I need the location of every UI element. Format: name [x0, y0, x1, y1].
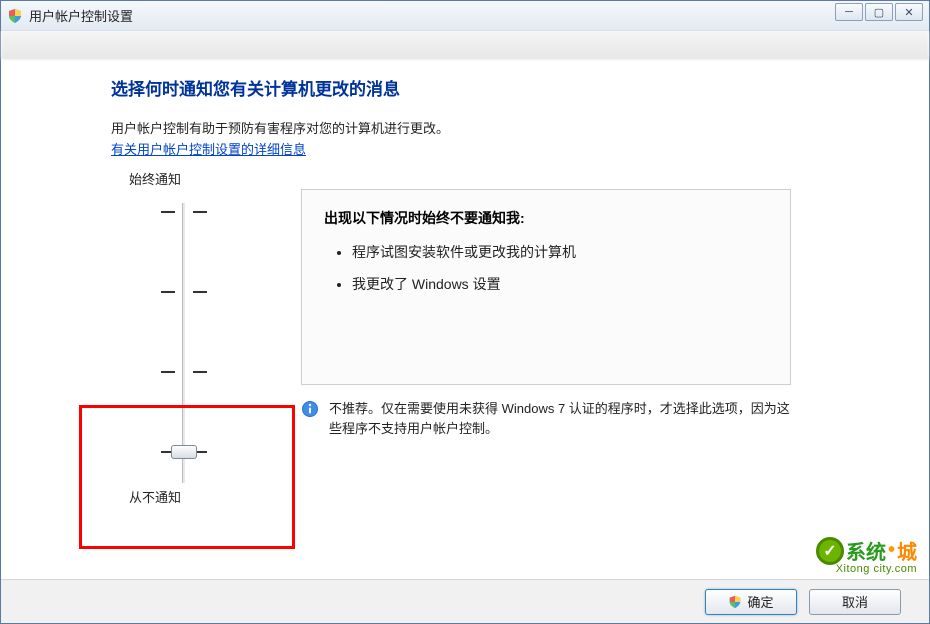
- watermark: ✓ 系统 • 城 Xitong city.com: [816, 536, 917, 575]
- maximize-button[interactable]: ▢: [865, 3, 893, 21]
- window-title: 用户帐户控制设置: [29, 6, 133, 25]
- slider-tick: [193, 291, 207, 293]
- info-icon: [301, 400, 319, 418]
- slider-label-never: 从不通知: [129, 487, 181, 506]
- panel-item: 我更改了 Windows 设置: [352, 274, 768, 294]
- slider-tick: [161, 291, 175, 293]
- notification-description-panel: 出现以下情况时始终不要通知我: 程序试图安装软件或更改我的计算机 我更改了 Wi…: [301, 189, 791, 385]
- slider-tick: [161, 371, 175, 373]
- details-link[interactable]: 有关用户帐户控制设置的详细信息: [111, 142, 306, 157]
- watermark-brand1: 系统: [846, 536, 886, 565]
- shield-icon: [7, 8, 23, 24]
- recommendation-row: 不推荐。仅在需要使用未获得 Windows 7 认证的程序时，才选择此选项，因为…: [301, 399, 791, 439]
- toolbar-blurred: [1, 31, 929, 59]
- panel-list: 程序试图安装软件或更改我的计算机 我更改了 Windows 设置: [324, 242, 768, 294]
- slider-track[interactable]: [182, 203, 186, 483]
- slider-thumb[interactable]: [171, 445, 197, 459]
- cancel-button[interactable]: 取消: [809, 589, 901, 615]
- titlebar: 用户帐户控制设置 ─ ▢ ✕: [1, 1, 929, 31]
- slider-tick: [161, 211, 175, 213]
- recommendation-text: 不推荐。仅在需要使用未获得 Windows 7 认证的程序时，才选择此选项，因为…: [329, 399, 791, 439]
- uac-settings-window: 用户帐户控制设置 ─ ▢ ✕ 选择何时通知您有关计算机更改的消息 用户帐户控制有…: [0, 0, 930, 624]
- slider-tick: [193, 211, 207, 213]
- shield-icon: [728, 595, 742, 609]
- ok-button-label: 确定: [747, 592, 773, 611]
- watermark-brand2: 城: [897, 536, 917, 565]
- panel-item: 程序试图安装软件或更改我的计算机: [352, 242, 768, 262]
- dialog-footer: 确定 取消: [1, 579, 929, 623]
- cancel-button-label: 取消: [842, 592, 868, 611]
- slider-label-always: 始终通知: [129, 169, 181, 188]
- panel-title: 出现以下情况时始终不要通知我:: [324, 208, 768, 228]
- close-button[interactable]: ✕: [895, 3, 923, 21]
- page-subtext: 用户帐户控制有助于预防有害程序对您的计算机进行更改。: [111, 118, 875, 137]
- watermark-dot: •: [888, 539, 895, 562]
- ok-button[interactable]: 确定: [705, 589, 797, 615]
- minimize-button[interactable]: ─: [835, 3, 863, 21]
- watermark-logo-icon: ✓: [816, 537, 844, 565]
- slider-tick: [193, 371, 207, 373]
- page-heading: 选择何时通知您有关计算机更改的消息: [111, 75, 875, 100]
